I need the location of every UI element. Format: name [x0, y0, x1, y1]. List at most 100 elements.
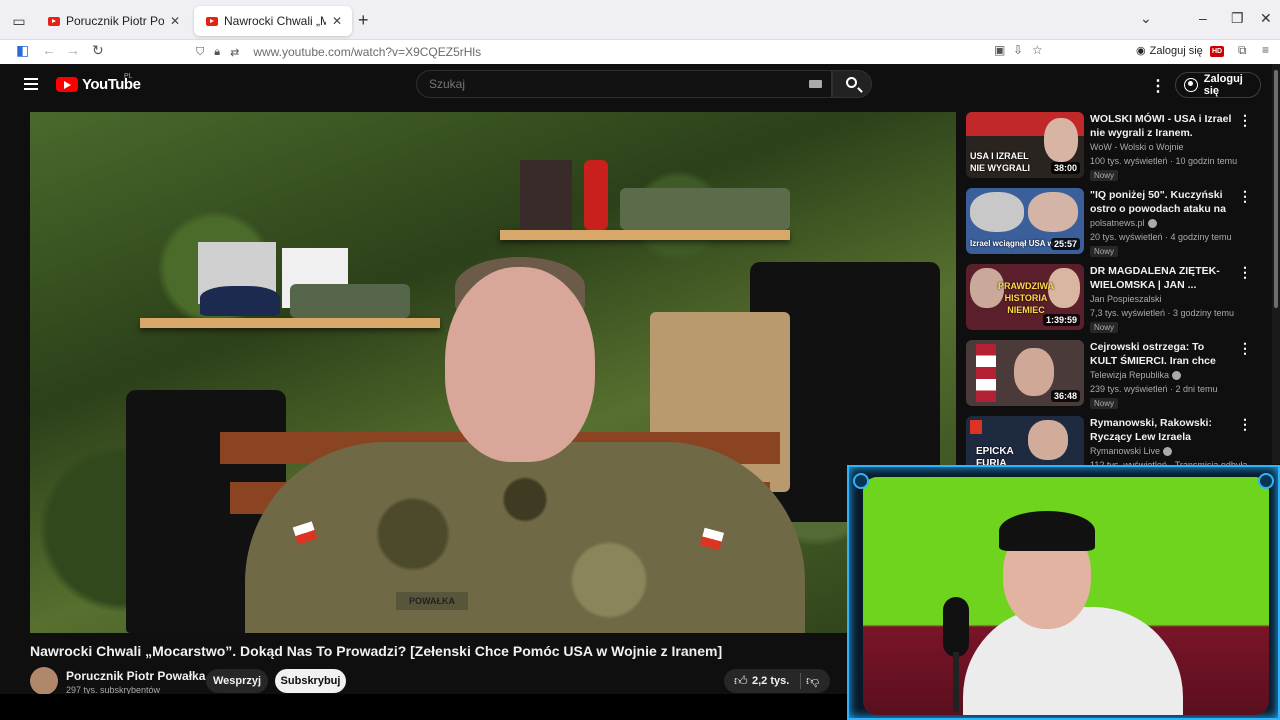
verified-icon [1172, 371, 1182, 381]
new-badge: Nowy [1090, 170, 1119, 181]
recommendation-item[interactable]: 36:48 Cejrowski ostrzega: To KULT ŚMIERC… [966, 340, 1266, 410]
menu-icon[interactable]: ≡ [1262, 43, 1269, 57]
recommendation-channel[interactable]: polsatnews.pl [1090, 218, 1157, 229]
minimize-icon[interactable]: – [1199, 10, 1207, 26]
nametag: POWAŁKA [396, 592, 468, 610]
more-icon[interactable]: ⋮ [1238, 188, 1252, 205]
reload-icon[interactable]: ↻ [92, 42, 104, 59]
signin-button[interactable]: Zaloguj się [1175, 72, 1261, 98]
permissions-icon[interactable]: ⇄ [230, 46, 239, 59]
video-thumbnail[interactable]: 36:48 [966, 340, 1084, 406]
hd-extension-icon[interactable]: HD [1210, 46, 1224, 57]
presenter-head [445, 267, 595, 462]
photo-frame [520, 160, 572, 230]
shield-icon[interactable]: ⛉ [196, 46, 204, 59]
close-icon[interactable]: ✕ [332, 14, 342, 28]
recommendation-channel[interactable]: Jan Pospieszalski [1090, 294, 1162, 304]
more-icon[interactable]: ⋮ [1238, 416, 1252, 433]
frame-corner [853, 473, 869, 489]
webcam-overlay [847, 465, 1280, 720]
shelf [500, 230, 790, 240]
streamer-body [963, 607, 1183, 715]
recommendation-title[interactable]: WOLSKI MÓWI - USA i Izrael nie wygrali z… [1090, 112, 1234, 140]
address-bar[interactable]: ⛉ 🔒︎ ⇄ www.youtube.com/watch?v=X9CQEZ5rH… [196, 41, 1052, 63]
video-player[interactable]: POWAŁKA [30, 112, 956, 633]
extensions-icon[interactable]: ⧉ [1238, 43, 1247, 58]
tank-model [290, 284, 410, 318]
recommendation-item[interactable]: Izrael wciągnął USA w 25:57 "IQ poniżej … [966, 188, 1266, 258]
region-label: PL [124, 73, 133, 80]
tab-list-icon[interactable]: ▭ [8, 10, 30, 32]
signin-label: Zaloguj się [1203, 73, 1243, 97]
browser-tab-bar: ▭ Porucznik Piotr Powałka - YouTu ✕ Nawr… [0, 0, 1280, 40]
like-icon[interactable]: 👍︎ [734, 673, 748, 689]
shelf [140, 318, 440, 328]
recommendation-title[interactable]: DR MAGDALENA ZIĘTEK-WIELOMSKA | JAN ... [1090, 264, 1234, 292]
more-icon[interactable]: ⋮ [1238, 264, 1252, 281]
video-thumbnail[interactable]: PRAWDZIWA HISTORIA NIEMIEC 1:39:59 [966, 264, 1084, 330]
subscribe-button[interactable]: Subskrybuj [275, 669, 346, 693]
browser-signin-label: Zaloguj się [1149, 44, 1203, 57]
avatar[interactable] [30, 667, 58, 695]
recommendation-item[interactable]: USA I IZRAEL NIE WYGRALI 38:00 WOLSKI MÓ… [966, 112, 1266, 182]
bookmark-star-icon[interactable]: ☆ [1032, 43, 1043, 57]
thumbnail-text: USA I IZRAEL NIE WYGRALI [970, 151, 1030, 173]
channel-name[interactable]: Porucznik Piotr Powałka [66, 669, 205, 683]
video-duration: 36:48 [1050, 390, 1080, 402]
search-input[interactable] [429, 77, 789, 91]
hamburger-menu-icon[interactable] [24, 78, 38, 90]
picture-in-picture-icon[interactable]: ▣ [994, 43, 1005, 57]
microphone [943, 597, 969, 657]
recommendation-channel[interactable]: WoW - Wolski o Wojnie [1090, 142, 1184, 152]
back-icon[interactable]: ← [42, 42, 56, 58]
tank-model [620, 188, 790, 230]
browser-tab-video[interactable]: Nawrocki Chwali „Mocarstwo” ✕ [194, 6, 352, 36]
recommendation-item[interactable]: PRAWDZIWA HISTORIA NIEMIEC 1:39:59 DR MA… [966, 264, 1266, 334]
thumbnail-face [1028, 192, 1078, 232]
like-dislike-group: 👍︎ 2,2 tys. 👎︎ [724, 669, 830, 693]
fire-extinguisher [584, 160, 608, 230]
like-count[interactable]: 2,2 tys. [752, 675, 789, 687]
video-thumbnail[interactable]: Izrael wciągnął USA w 25:57 [966, 188, 1084, 254]
account-icon [1184, 78, 1198, 92]
support-button[interactable]: Wesprzyj [206, 669, 268, 693]
scrollbar-thumb[interactable] [1274, 70, 1278, 308]
dislike-icon[interactable]: 👎︎ [806, 673, 819, 689]
video-duration: 1:39:59 [1042, 314, 1080, 326]
verified-icon [1147, 219, 1157, 229]
youtube-favicon-icon [206, 16, 218, 26]
new-tab-icon[interactable]: + [358, 10, 369, 30]
recommendation-channel[interactable]: Telewizja Republika [1090, 370, 1182, 381]
search-button[interactable] [832, 70, 872, 98]
lock-icon[interactable]: 🔒︎ [214, 46, 220, 59]
more-icon[interactable]: ⋮ [1150, 76, 1166, 96]
recommendation-channel[interactable]: Rymanowski Live [1090, 446, 1173, 457]
more-icon[interactable]: ⋮ [1238, 340, 1252, 357]
recommendation-title[interactable]: Cejrowski ostrzega: To KULT ŚMIERCI. Ira… [1090, 340, 1234, 368]
search-box[interactable] [416, 70, 832, 98]
account-icon: ◉ [1136, 45, 1146, 57]
channel-label: polsatnews.pl [1090, 218, 1145, 228]
divider [800, 673, 801, 689]
close-icon[interactable]: ✕ [170, 14, 180, 28]
close-window-icon[interactable]: ✕ [1260, 10, 1272, 27]
thumbnail-text: Izrael wciągnął USA w [970, 239, 1054, 248]
recommendation-title[interactable]: Rymanowski, Rakowski: Ryczący Lew Izrael… [1090, 416, 1234, 444]
thumbnail-face [1014, 348, 1054, 396]
url-text[interactable]: www.youtube.com/watch?v=X9CQEZ5rHls [253, 45, 481, 59]
maximize-icon[interactable]: ❐ [1231, 10, 1244, 27]
more-icon[interactable]: ⋮ [1238, 112, 1252, 129]
video-title: Nawrocki Chwali „Mocarstwo”. Dokąd Nas T… [30, 643, 723, 659]
thumbnail-face [970, 192, 1024, 232]
recommendation-title[interactable]: "IQ poniżej 50". Kuczyński ostro o powod… [1090, 188, 1234, 216]
recommendation-meta: 20 tys. wyświetleń · 4 godziny temu [1090, 232, 1232, 242]
browser-tab-channel[interactable]: Porucznik Piotr Powałka - YouTu ✕ [36, 6, 190, 36]
sidebar-toggle-icon[interactable]: ◧ [16, 42, 29, 59]
microphone-arm [953, 652, 959, 712]
chevron-down-icon[interactable]: ⌄ [1140, 10, 1152, 27]
forward-icon[interactable]: → [66, 42, 80, 58]
video-thumbnail[interactable]: USA I IZRAEL NIE WYGRALI 38:00 [966, 112, 1084, 178]
keyboard-icon[interactable] [809, 80, 822, 88]
save-icon[interactable]: ⇩ [1013, 43, 1023, 57]
browser-account-button[interactable]: ◉ Zaloguj się [1136, 44, 1203, 58]
